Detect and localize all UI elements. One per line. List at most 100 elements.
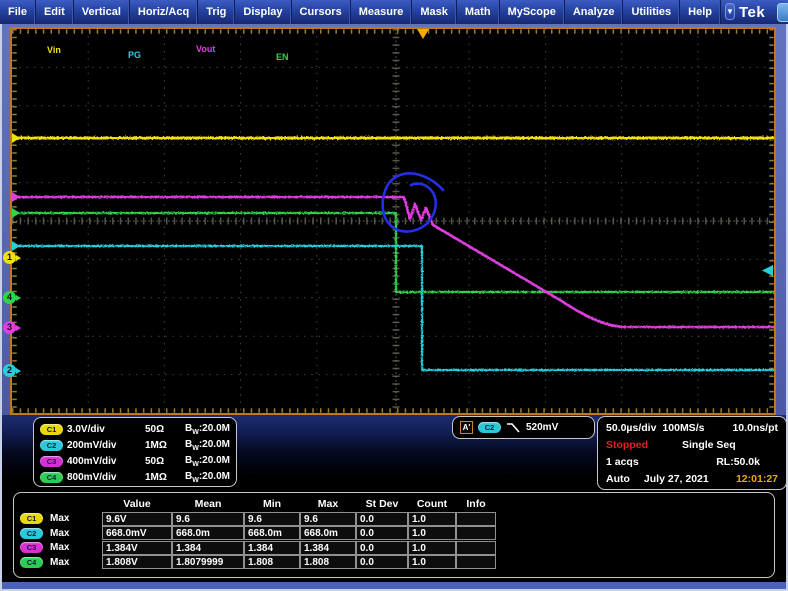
menu-help[interactable]: Help <box>680 0 721 24</box>
meas-mean: 1.8079999 <box>172 555 244 569</box>
meas-value: 1.808V <box>102 555 172 569</box>
chevron-down-icon: ▼ <box>726 7 734 16</box>
channel-marker-4[interactable]: 4 <box>3 291 16 304</box>
channel-marker-3[interactable]: 3 <box>3 321 16 334</box>
sample-rate: 100MS/s <box>662 422 704 434</box>
channel-badge: C1 <box>40 424 63 435</box>
wave-label-vout: Vout <box>196 44 215 54</box>
acquisition-count: 1 acqs <box>606 456 639 468</box>
channel-bandwidth: BW:20.0M <box>185 471 240 484</box>
meas-min: 1.808 <box>244 555 300 569</box>
wave-label-pg: PG <box>128 50 141 60</box>
channel-marker-1[interactable]: 1 <box>3 251 16 264</box>
menu-file[interactable]: File <box>0 0 36 24</box>
menu-trig[interactable]: Trig <box>198 0 235 24</box>
menu-mask[interactable]: Mask <box>412 0 457 24</box>
measurement-header-row: Value Mean Min Max St Dev Count Info <box>20 497 774 512</box>
trigger-mode: Auto <box>606 473 630 485</box>
measurement-type: Max <box>50 542 102 553</box>
channel-badge: C4 <box>40 472 63 483</box>
trace-c2-pg[interactable] <box>12 246 774 370</box>
measurement-row: C3 Max 1.384V 1.384 1.384 1.384 0.0 1.0 <box>20 541 774 556</box>
channel-readout-row[interactable]: C4 800mV/div 1MΩ BW:20.0M <box>40 469 230 485</box>
meas-value: 1.384V <box>102 541 172 555</box>
channel-impedance: 1MΩ <box>145 472 185 483</box>
col-header-min: Min <box>244 498 300 510</box>
menu-display[interactable]: Display <box>235 0 291 24</box>
channel-readout-row[interactable]: C2 200mV/div 1MΩ BW:20.0M <box>40 437 230 453</box>
col-header-count: Count <box>408 498 456 510</box>
meas-value: 9.6V <box>102 512 172 526</box>
channel-badge: C2 <box>20 528 43 539</box>
meas-min: 668.0m <box>244 526 300 540</box>
menu-utilities[interactable]: Utilities <box>623 0 680 24</box>
scope-screen: Vin PG Vout EN 1 4 3 2 C1 3.0V/div 50Ω B… <box>2 24 786 582</box>
trigger-position-icon[interactable] <box>417 29 429 39</box>
meas-stdev: 0.0 <box>356 526 408 540</box>
menu-vertical[interactable]: Vertical <box>74 0 130 24</box>
menu-cursors[interactable]: Cursors <box>292 0 351 24</box>
meas-max: 1.808 <box>300 555 356 569</box>
meas-stdev: 0.0 <box>356 512 408 526</box>
waveform-graticule[interactable] <box>10 27 776 415</box>
meas-mean: 668.0m <box>172 526 244 540</box>
channel-impedance: 50Ω <box>145 456 185 467</box>
menu-analyze[interactable]: Analyze <box>565 0 624 24</box>
timebase-scale: 50.0µs/div <box>606 422 656 434</box>
col-header-max: Max <box>300 498 356 510</box>
center-axes <box>12 29 774 413</box>
trigger-source-badge: C2 <box>478 422 501 433</box>
meas-max: 1.384 <box>300 541 356 555</box>
channel-scale: 800mV/div <box>67 472 145 483</box>
tek-logo: Tek <box>739 4 765 21</box>
meas-count: 1.0 <box>408 526 456 540</box>
meas-count: 1.0 <box>408 541 456 555</box>
channel-badge: C4 <box>20 557 43 568</box>
channel-badge: C2 <box>40 440 63 451</box>
timebase-readout-panel[interactable]: 50.0µs/div 100MS/s 10.0ns/pt Stopped Sin… <box>597 416 787 490</box>
trigger-readout-panel[interactable]: A' C2 520mV <box>452 416 595 439</box>
menu-bar: File Edit Vertical Horiz/Acq Trig Displa… <box>0 0 788 24</box>
meas-min: 9.6 <box>244 512 300 526</box>
trigger-level-arrow-icon[interactable] <box>762 265 773 276</box>
channel-readout-row[interactable]: C3 400mV/div 50Ω BW:20.0M <box>40 453 230 469</box>
meas-max: 9.6 <box>300 512 356 526</box>
time-readout: 12:01:27 <box>736 473 778 485</box>
channel-readout-panel[interactable]: C1 3.0V/div 50Ω BW:20.0M C2 200mV/div 1M… <box>33 417 237 487</box>
col-header-info: Info <box>456 498 496 510</box>
menu-horiz-acq[interactable]: Horiz/Acq <box>130 0 198 24</box>
channel-impedance: 50Ω <box>145 424 185 435</box>
menu-myscope[interactable]: MyScope <box>500 0 565 24</box>
meas-count: 1.0 <box>408 555 456 569</box>
menu-edit[interactable]: Edit <box>36 0 74 24</box>
measurement-row: C1 Max 9.6V 9.6 9.6 9.6 0.0 1.0 <box>20 512 774 527</box>
channel-badge: C1 <box>20 513 43 524</box>
menu-measure[interactable]: Measure <box>351 0 413 24</box>
meas-info <box>456 555 496 569</box>
measurement-row: C2 Max 668.0mV 668.0m 668.0m 668.0m 0.0 … <box>20 526 774 541</box>
resolution: 10.0ns/pt <box>732 422 778 434</box>
window-bottom-strip <box>2 582 786 589</box>
menu-math[interactable]: Math <box>457 0 500 24</box>
channel-scale: 400mV/div <box>67 456 145 467</box>
col-header-mean: Mean <box>172 498 244 510</box>
channel-marker-2[interactable]: 2 <box>3 364 16 377</box>
measurement-type: Max <box>50 528 102 539</box>
meas-mean: 1.384 <box>172 541 244 555</box>
minimize-button[interactable]: – <box>777 3 788 22</box>
meas-info <box>456 541 496 555</box>
col-header-stdev: St Dev <box>356 498 408 510</box>
acquisition-mode: Single Seq <box>682 439 736 451</box>
meas-count: 1.0 <box>408 512 456 526</box>
menu-overflow-button[interactable]: ▼ <box>725 3 735 20</box>
oscilloscope-app-window: File Edit Vertical Horiz/Acq Trig Displa… <box>0 0 788 591</box>
channel-impedance: 1MΩ <box>145 440 185 451</box>
measurement-table-panel: Value Mean Min Max St Dev Count Info C1 … <box>13 492 775 578</box>
channel-readout-row[interactable]: C1 3.0V/div 50Ω BW:20.0M <box>40 421 230 437</box>
record-length: RL:50.0k <box>716 456 760 468</box>
date-readout: July 27, 2021 <box>644 473 709 485</box>
window-controls: Tek – X <box>739 0 788 24</box>
meas-stdev: 0.0 <box>356 555 408 569</box>
falling-edge-icon <box>506 421 521 434</box>
wave-label-en: EN <box>276 52 289 62</box>
